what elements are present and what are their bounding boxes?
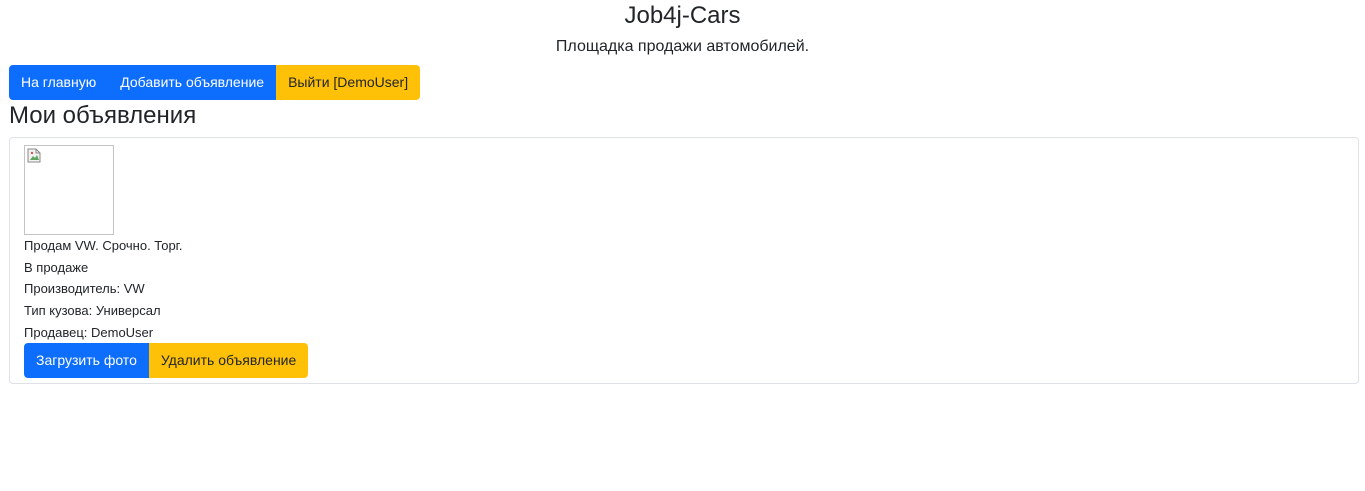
ad-seller: Продавец: DemoUser <box>24 325 154 340</box>
ad-status: В продаже <box>24 260 89 275</box>
ad-description: Продам VW. Срочно. Торг. <box>24 238 183 253</box>
delete-ad-button[interactable]: Удалить объявление <box>148 343 309 378</box>
upload-photo-button[interactable]: Загрузить фото <box>24 343 149 378</box>
ad-manufacturer: Производитель: VW <box>24 281 145 296</box>
my-ads-heading: Мои объявления <box>9 102 197 129</box>
ad-card: Продам VW. Срочно. Торг. В продаже Произ… <box>9 137 1359 384</box>
logout-button[interactable]: Выйти [DemoUser] <box>276 65 421 100</box>
site-subtitle: Площадка продажи автомобилей. <box>555 38 810 55</box>
ad-body-type: Тип кузова: Универсал <box>24 303 161 318</box>
home-button[interactable]: На главную <box>9 65 109 100</box>
site-title: Job4j-Cars <box>624 2 741 29</box>
page: Job4j-Cars Площадка продажи автомобилей.… <box>0 0 1365 491</box>
nav-button-group: На главную Добавить объявление Выйти [De… <box>9 65 421 100</box>
add-ad-button[interactable]: Добавить объявление <box>108 65 277 100</box>
ad-actions: Загрузить фото Удалить объявление <box>24 343 309 378</box>
broken-image-icon <box>27 148 41 163</box>
car-image <box>24 145 114 235</box>
